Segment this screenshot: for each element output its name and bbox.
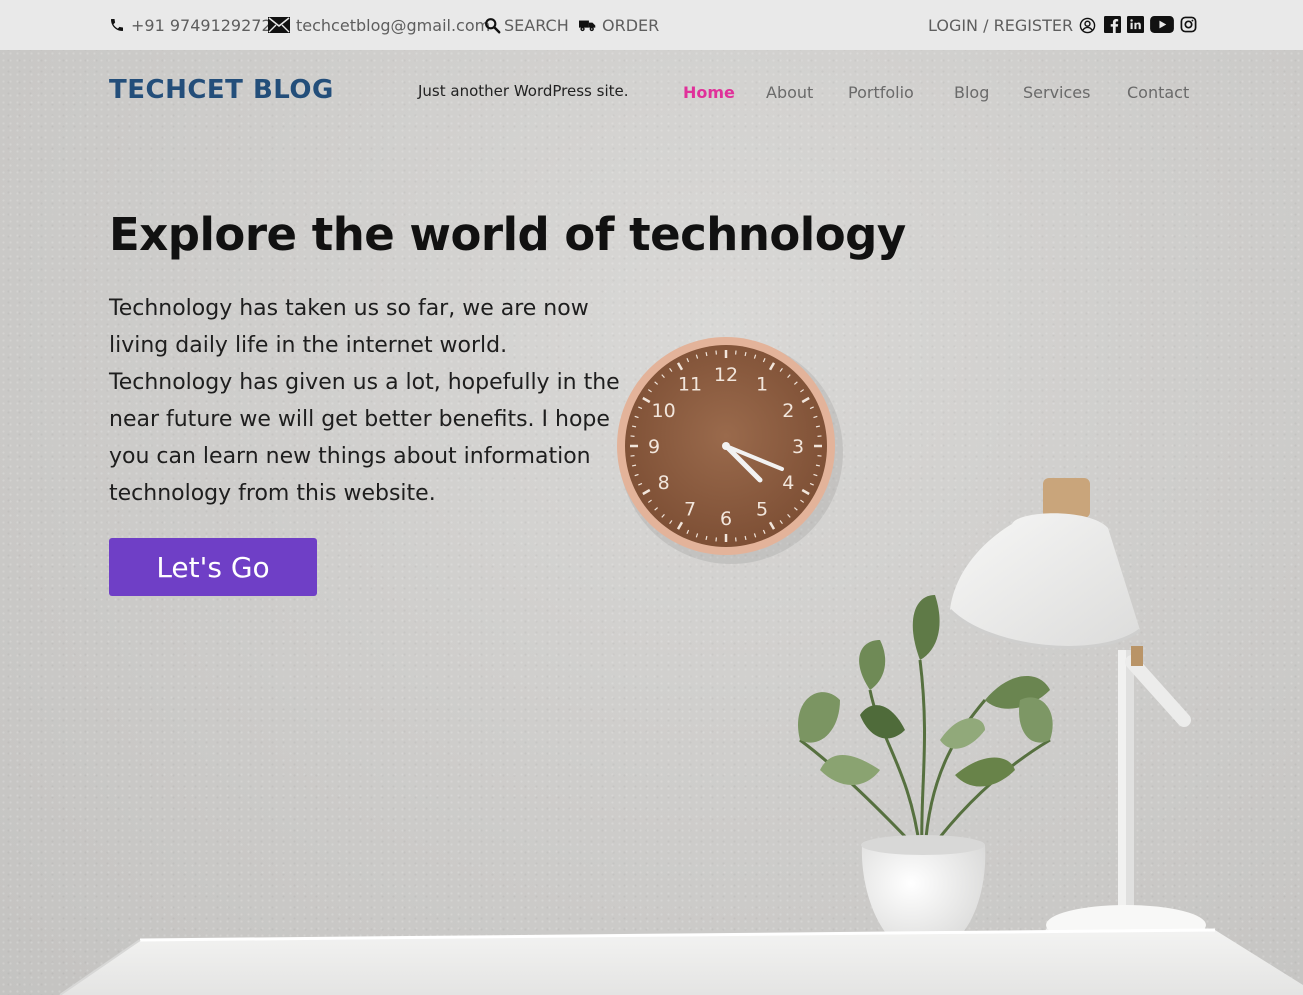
clock-numeral: 1 <box>756 374 768 396</box>
social-links <box>1104 16 1197 37</box>
clock-numeral: 11 <box>678 374 702 396</box>
clock-tick <box>631 425 637 428</box>
phone-contact[interactable]: +91 9749129272 <box>109 0 272 50</box>
login-label: LOGIN / REGISTER <box>928 15 1074 35</box>
clock-numeral: 7 <box>684 498 696 520</box>
clock-numeral: 10 <box>652 400 676 422</box>
clock-numeral: 5 <box>756 498 768 520</box>
nav-services[interactable]: Services <box>1023 83 1090 102</box>
clock-numeral: 3 <box>792 436 804 458</box>
clock-numeral: 8 <box>658 472 670 494</box>
clock-tick <box>631 464 637 467</box>
hero-headline: Explore the world of technology <box>109 208 906 261</box>
email-address: techcetblog@gmail.com <box>296 15 491 35</box>
clock-tick <box>744 351 747 357</box>
truck-icon <box>579 20 596 31</box>
search-link[interactable]: SEARCH <box>484 0 569 50</box>
clock-tick <box>744 535 747 541</box>
login-register-link[interactable]: LOGIN / REGISTER <box>928 0 1096 50</box>
phone-icon <box>111 19 123 31</box>
mail-icon <box>268 17 290 33</box>
potted-plant <box>798 595 1053 955</box>
site-logo[interactable]: TECHCET BLOG <box>109 75 334 105</box>
lets-go-button[interactable]: Let's Go <box>109 538 317 596</box>
desk-lamp <box>948 478 1208 961</box>
clock-numeral: 4 <box>782 472 794 494</box>
nav-contact[interactable]: Contact <box>1127 83 1189 102</box>
desk <box>59 928 1303 995</box>
clock-tick <box>705 351 708 357</box>
user-icon <box>1079 17 1096 33</box>
wall-clock: 12 12 3 45 6 78 9 1011 <box>617 337 843 564</box>
facebook-icon[interactable] <box>1104 16 1121 37</box>
nav-home[interactable]: Home <box>683 83 735 102</box>
clock-numeral: 12 <box>714 364 738 386</box>
hero-background-photo: 12 12 3 45 6 78 9 1011 <box>59 337 1303 995</box>
youtube-icon[interactable] <box>1150 16 1174 37</box>
linkedin-icon[interactable] <box>1127 16 1144 37</box>
instagram-icon[interactable] <box>1180 16 1197 37</box>
search-icon <box>485 17 501 33</box>
search-label: SEARCH <box>504 15 569 35</box>
order-link[interactable]: ORDER <box>579 0 659 50</box>
clock-numeral: 6 <box>720 508 732 530</box>
hero-section: 12 1 2 3 4 5 6 7 8 9 10 11 TECHCET BLOG … <box>0 50 1303 995</box>
nav-blog[interactable]: Blog <box>954 83 989 102</box>
email-contact[interactable]: techcetblog@gmail.com <box>268 0 490 50</box>
clock-numeral: 2 <box>782 400 794 422</box>
top-bar: +91 9749129272 techcetblog@gmail.com SEA… <box>0 0 1303 50</box>
hero-description: Technology has taken us so far, we are n… <box>109 296 620 506</box>
clock-numeral: 9 <box>648 436 660 458</box>
order-label: ORDER <box>602 15 660 35</box>
clock-tick <box>815 464 821 467</box>
nav-about[interactable]: About <box>766 83 813 102</box>
clock-tick <box>705 535 708 541</box>
site-tagline: Just another WordPress site. <box>418 82 629 100</box>
phone-number: +91 9749129272 <box>131 15 272 35</box>
clock-tick <box>815 425 821 428</box>
nav-portfolio[interactable]: Portfolio <box>848 83 914 102</box>
